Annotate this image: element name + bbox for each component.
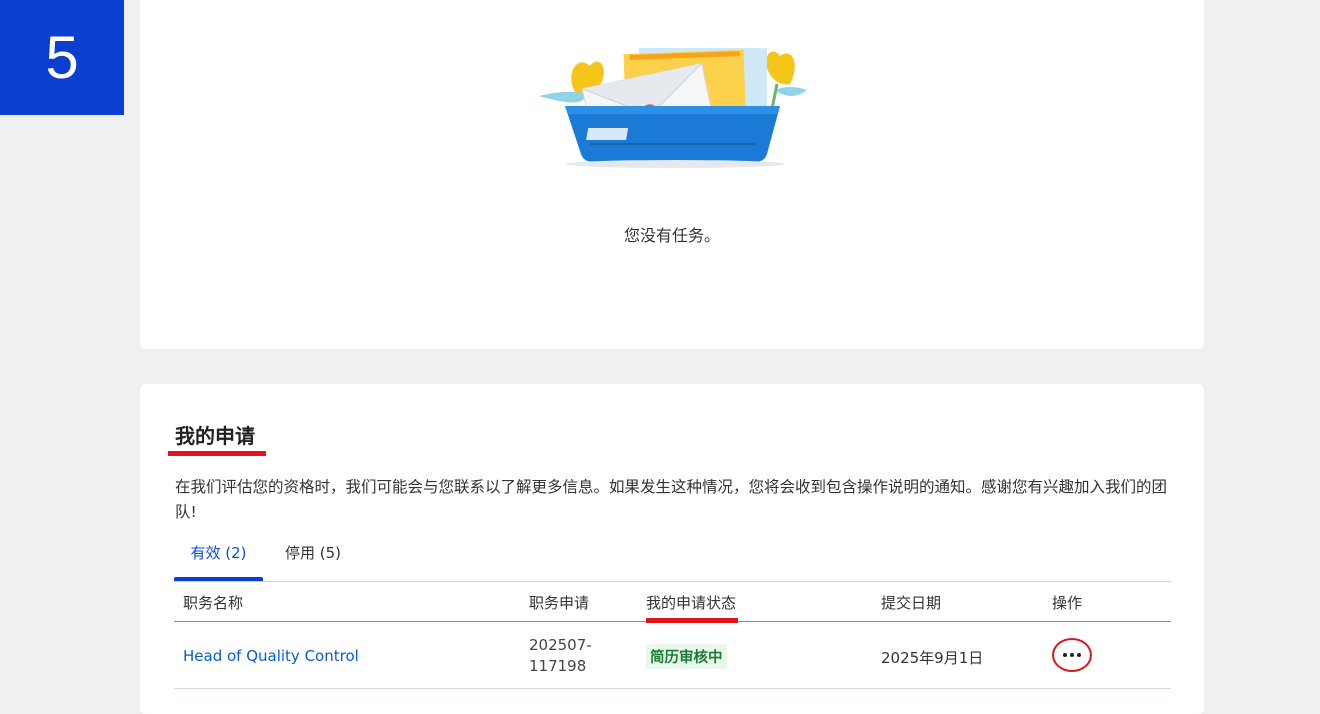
column-header-status: 我的申请状态 [646,594,737,612]
status-badge: 简历审核中 [646,644,727,669]
requisition-number: 202507- 117198 [529,635,609,677]
my-applications-card: 我的申请 在我们评估您的资格时，我们可能会与您联系以了解更多信息。如果发生这种情… [140,384,1204,714]
application-tabs: 有效 (2) 停用 (5) [174,536,384,581]
empty-tasks-message: 您没有任务。 [623,226,720,245]
step-number-badge: 5 [0,0,124,115]
tab-active[interactable]: 有效 (2) [174,536,263,581]
table-header: 职务名称 职务申请 我的申请状态 提交日期 操作 [174,581,1171,623]
column-header-submitted: 提交日期 [881,594,942,612]
requisition-line-1: 202507- [529,636,592,654]
empty-inbox-illustration [539,48,807,168]
submitted-date: 2025年9月1日 [881,649,984,667]
column-header-actions: 操作 [1052,594,1083,612]
column-header-requisition: 职务申请 [529,594,590,612]
title-highlight-underline [168,451,266,456]
column-header-job-title: 职务名称 [183,594,244,612]
more-options-icon [1063,653,1081,657]
applications-table: 职务名称 职务申请 我的申请状态 提交日期 操作 Head of Quality… [174,581,1171,689]
requisition-line-2: 117198 [529,657,587,675]
intro-text: 在我们评估您的资格时，我们可能会与您联系以了解更多信息。如果发生这种情况，您将会… [175,478,1168,521]
job-title-link[interactable]: Head of Quality Control [183,647,359,665]
table-row: Head of Quality Control 202507- 117198 简… [174,622,1171,689]
more-options-button[interactable] [1052,638,1092,672]
section-title: 我的申请 [175,424,255,448]
tab-label: 有效 (2) [190,544,247,562]
tab-inactive[interactable]: 停用 (5) [285,536,341,581]
tasks-card: 您没有任务。 [140,0,1204,349]
tab-label: 停用 (5) [285,544,342,562]
